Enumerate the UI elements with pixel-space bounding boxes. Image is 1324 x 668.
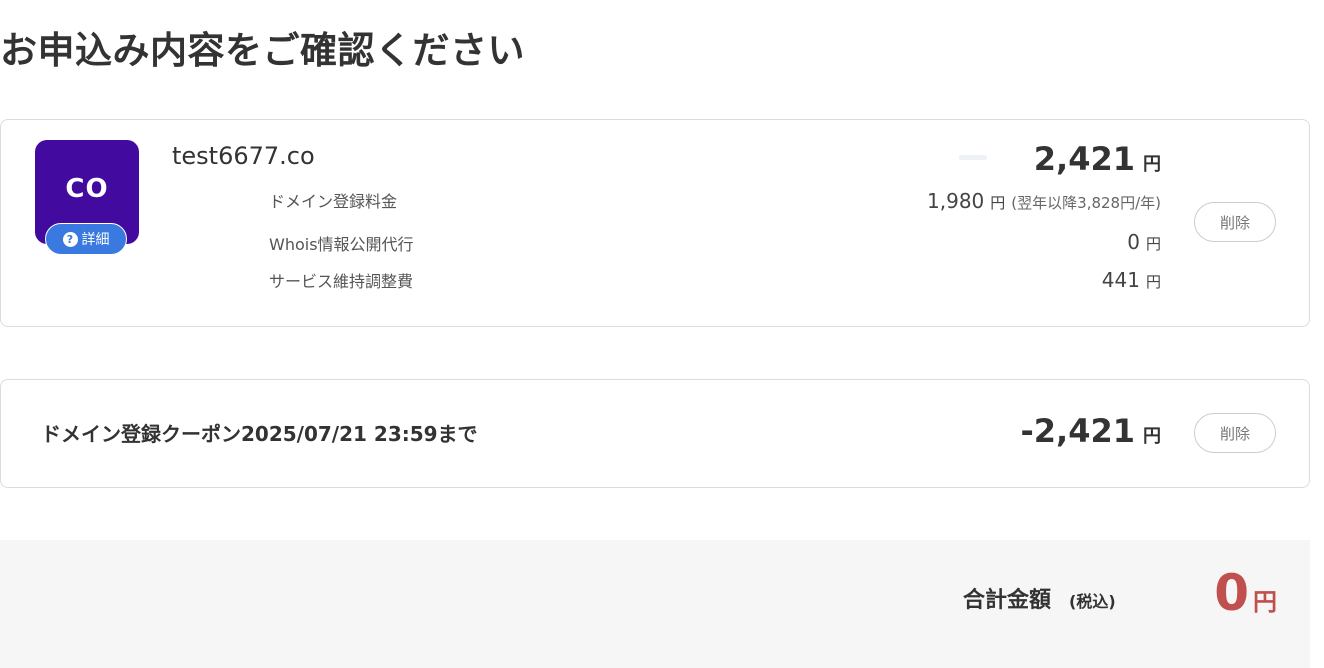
detail-button[interactable]: ? 詳細: [45, 223, 127, 255]
coupon-card: ドメイン登録クーポン2025/07/21 23:59まで -2,421 円 削除: [0, 379, 1310, 488]
fee-value-maintenance: 441 円: [1102, 268, 1161, 292]
fee-value-registration: 1,980 円 (翌年以降3,828円/年): [927, 189, 1161, 213]
currency-unit: 円: [1143, 154, 1161, 175]
total-bar: 合計金額 (税込) 0 円: [0, 540, 1310, 668]
domain-item-card: CO test6677.co ドメイン登録料金 Whois情報公開代行 サービス…: [0, 119, 1310, 327]
domain-name: test6677.co: [172, 142, 315, 170]
detail-label: 詳細: [81, 232, 110, 248]
coupon-label: ドメイン登録クーポン2025/07/21 23:59まで: [41, 422, 478, 446]
currency-unit: 円: [990, 194, 1006, 212]
fee-amount: 0: [1127, 230, 1140, 254]
divider-mark: [959, 155, 987, 160]
fee-label-registration: ドメイン登録料金: [269, 192, 398, 211]
fee-value-whois: 0 円: [1127, 230, 1161, 254]
fee-amount: 441: [1101, 268, 1140, 292]
fee-amount: 1,980: [927, 189, 985, 213]
coupon-discount-amount: -2,421: [1020, 412, 1136, 450]
renewal-price-note: (翌年以降3,828円/年): [1011, 194, 1161, 212]
domain-item-total-amount: 2,421: [1033, 140, 1135, 178]
currency-unit: 円: [1145, 235, 1161, 253]
question-icon: ?: [62, 231, 78, 247]
currency-unit: 円: [1145, 273, 1161, 291]
delete-coupon-button[interactable]: 削除: [1194, 413, 1276, 453]
domain-item-total: 2,421 円: [1034, 140, 1161, 178]
delete-domain-button[interactable]: 削除: [1194, 202, 1276, 242]
currency-unit: 円: [1143, 426, 1161, 447]
total-label: 合計金額 (税込): [963, 582, 1116, 614]
total-amount: 0 円: [1214, 564, 1277, 622]
fee-label-maintenance: サービス維持調整費: [269, 272, 414, 291]
tld-logo-text: CO: [65, 174, 109, 204]
tax-included-note: (税込): [1069, 592, 1116, 611]
fee-label-whois: Whois情報公開代行: [269, 235, 414, 254]
currency-unit: 円: [1253, 588, 1277, 616]
total-label-text: 合計金額: [963, 588, 1052, 613]
coupon-discount: -2,421 円: [1021, 412, 1162, 450]
page-title: お申込み内容をご確認ください: [0, 29, 525, 72]
total-amount-value: 0: [1214, 564, 1249, 622]
confirmation-page: お申込み内容をご確認ください CO test6677.co ドメイン登録料金 W…: [0, 0, 1324, 668]
